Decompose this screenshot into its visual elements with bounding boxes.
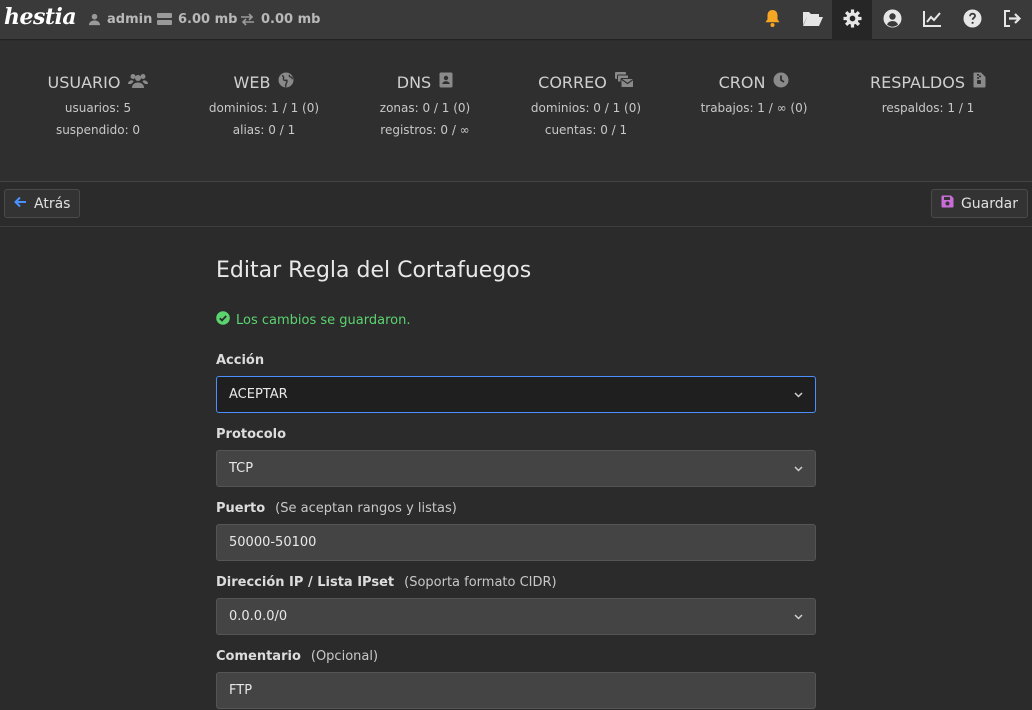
action-select[interactable]: ACEPTAR	[216, 376, 816, 413]
action-label: Acción	[216, 353, 265, 368]
stat-line: dominios: 1 / 1 (0)	[208, 101, 320, 115]
port-value: 50000-50100	[229, 535, 317, 550]
port-input[interactable]: 50000-50100	[216, 524, 816, 561]
ip-value: 0.0.0.0/0	[229, 609, 288, 624]
save-button[interactable]: Guardar	[930, 189, 1028, 218]
action-value: ACEPTAR	[229, 387, 288, 402]
protocol-value: TCP	[229, 461, 254, 476]
disk-usage-value: 6.00 mb	[178, 12, 238, 27]
ip-label: Dirección IP / Lista IPset	[216, 575, 395, 590]
action-field-group: Acción ACEPTAR	[216, 353, 816, 413]
back-button-label: Atrás	[34, 195, 71, 212]
help-button[interactable]	[952, 0, 992, 40]
user-icon	[88, 13, 101, 26]
stat-title: RESPALDOS	[870, 72, 965, 92]
comment-input[interactable]: FTP	[216, 672, 816, 709]
check-circle-icon	[216, 311, 230, 329]
users-icon	[128, 73, 149, 92]
gear-icon	[842, 8, 862, 32]
ip-field-group: Dirección IP / Lista IPset (Soporta form…	[216, 575, 816, 635]
port-hint: (Se aceptan rangos y listas)	[275, 501, 457, 516]
file-manager-button[interactable]	[792, 0, 832, 40]
port-label: Puerto	[216, 501, 266, 516]
stat-line: cuentas: 0 / 1	[544, 123, 628, 137]
bandwidth-value: 0.00 mb	[261, 12, 321, 27]
server-settings-button[interactable]	[832, 0, 872, 40]
comment-field-group: Comentario (Opcional) FTP	[216, 649, 816, 709]
protocol-select[interactable]: TCP	[216, 450, 816, 487]
stat-line: alias: 0 / 1	[232, 123, 296, 137]
save-button-label: Guardar	[960, 195, 1018, 212]
hard-drive-icon	[157, 13, 172, 26]
port-field-group: Puerto (Se aceptan rangos y listas) 5000…	[216, 501, 816, 561]
stat-title: CORREO	[538, 72, 607, 92]
mail-bulk-icon	[614, 72, 634, 92]
chevron-down-icon	[794, 461, 803, 476]
notifications-button[interactable]	[752, 0, 792, 40]
account-stats-panel: USUARIO usuarios: 5 suspendido: 0 WEB do…	[0, 41, 1032, 182]
stat-users[interactable]: USUARIO usuarios: 5 suspendido: 0	[18, 71, 178, 137]
stat-mail[interactable]: CORREO dominios: 0 / 1 (0) cuentas: 0 / …	[506, 71, 666, 137]
stat-line: respaldos: 1 / 1	[881, 101, 975, 115]
chevron-down-icon	[794, 387, 803, 402]
stat-line: registros: 0 / ∞	[380, 123, 470, 137]
stat-title: CRON	[718, 72, 766, 92]
stat-dns[interactable]: DNS zonas: 0 / 1 (0) registros: 0 / ∞	[345, 71, 505, 137]
bell-icon	[764, 9, 781, 31]
firewall-rule-form: Editar Regla del Cortafuegos Los cambios…	[216, 258, 816, 709]
user-indicator[interactable]: admin	[88, 12, 152, 27]
stat-title: DNS	[396, 72, 432, 92]
address-book-icon	[439, 72, 453, 92]
protocol-field-group: Protocolo TCP	[216, 427, 816, 487]
file-archive-icon	[973, 72, 986, 92]
success-alert: Los cambios se guardaron.	[216, 311, 816, 329]
stat-line: zonas: 0 / 1 (0)	[379, 101, 471, 115]
account-button[interactable]	[872, 0, 912, 40]
toolbar: Atrás Guardar	[0, 183, 1032, 227]
clock-icon	[773, 72, 789, 92]
sign-out-icon	[1003, 9, 1022, 31]
comment-label: Comentario	[216, 649, 301, 664]
stat-title: USUARIO	[47, 72, 121, 92]
statistics-button[interactable]	[912, 0, 952, 40]
stat-line: suspendido: 0	[55, 123, 141, 137]
arrow-left-icon	[14, 196, 27, 212]
stat-cron[interactable]: CRON trabajos: 1 / ∞ (0)	[674, 71, 834, 115]
disk-usage: 6.00 mb	[157, 12, 237, 27]
success-message: Los cambios se guardaron.	[236, 312, 411, 328]
bandwidth-usage: 0.00 mb	[240, 12, 320, 27]
comment-hint: (Opcional)	[310, 649, 379, 664]
hestia-logo[interactable]: hestia	[4, 4, 77, 30]
chevron-down-icon	[794, 609, 803, 624]
stat-web[interactable]: WEB dominios: 1 / 1 (0) alias: 0 / 1	[184, 71, 344, 137]
ip-select[interactable]: 0.0.0.0/0	[216, 598, 816, 635]
line-chart-icon	[922, 10, 942, 31]
stat-backups[interactable]: RESPALDOS respaldos: 1 / 1	[848, 71, 1008, 115]
ip-hint: (Soporta formato CIDR)	[404, 575, 557, 590]
protocol-label: Protocolo	[216, 427, 287, 442]
stat-line: trabajos: 1 / ∞ (0)	[700, 101, 808, 115]
stat-title: WEB	[233, 72, 271, 92]
folder-open-icon	[802, 10, 823, 31]
top-nav-icons	[752, 0, 1032, 40]
question-circle-icon	[963, 9, 982, 32]
back-button[interactable]: Atrás	[4, 189, 81, 218]
save-icon	[941, 195, 954, 212]
exchange-icon	[240, 13, 255, 26]
logout-button[interactable]	[992, 0, 1032, 40]
username: admin	[107, 12, 153, 27]
page-title: Editar Regla del Cortafuegos	[216, 258, 532, 283]
user-circle-icon	[883, 9, 902, 32]
comment-value: FTP	[229, 683, 253, 698]
stat-line: dominios: 0 / 1 (0)	[530, 101, 642, 115]
globe-icon	[278, 72, 294, 92]
top-navigation-bar: hestia admin 6.00 mb 0.00 mb	[0, 0, 1032, 40]
stat-line: usuarios: 5	[64, 101, 132, 115]
